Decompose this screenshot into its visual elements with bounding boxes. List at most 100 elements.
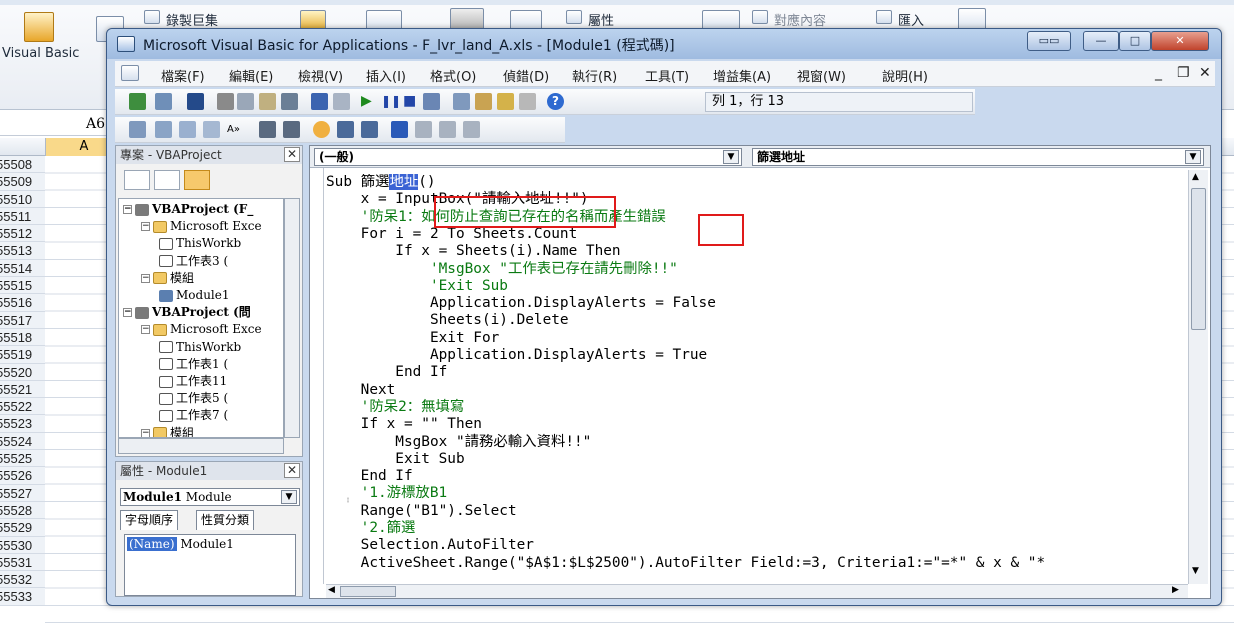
tab-categorized[interactable]: 性質分類 <box>196 510 255 530</box>
toggle-breakpoint-icon[interactable] <box>313 121 330 138</box>
property-name-row[interactable]: (Name) Module1 <box>127 537 234 551</box>
tree-expander-icon[interactable]: − <box>141 222 150 232</box>
project-explorer-icon[interactable] <box>453 93 470 110</box>
code-line[interactable]: Exit Sub <box>326 451 464 468</box>
object-combo-dropdown-icon[interactable]: ▼ <box>723 150 739 164</box>
row-header[interactable]: 55531 <box>0 553 45 572</box>
tree-expander-icon[interactable]: − <box>123 308 132 318</box>
code-line[interactable]: Sheets(i).Delete <box>326 312 569 329</box>
visual-basic-label[interactable]: Visual Basic <box>2 46 79 61</box>
comment-block-icon[interactable] <box>337 121 354 138</box>
name-box[interactable]: A6 <box>0 112 110 136</box>
code-line[interactable]: If x = Sheets(i).Name Then <box>326 243 620 260</box>
menu-item[interactable]: 增益集(A) <box>713 66 771 85</box>
menu-item[interactable]: 偵錯(D) <box>503 66 549 85</box>
undo-icon[interactable] <box>311 93 328 110</box>
scroll-right-icon[interactable]: ▶ <box>1172 585 1179 595</box>
row-header[interactable]: 55516 <box>0 294 45 312</box>
tree-node[interactable]: − Microsoft Exce <box>141 218 262 234</box>
row-header[interactable]: 55514 <box>0 259 45 278</box>
menu-item[interactable]: 編輯(E) <box>229 66 273 85</box>
toggle-bookmark-icon[interactable] <box>391 121 408 138</box>
indent-icon[interactable] <box>259 121 276 138</box>
row-header[interactable]: 55525 <box>0 450 45 468</box>
tree-node[interactable]: Module1 <box>159 287 230 303</box>
view-excel-icon[interactable] <box>129 93 146 110</box>
save-icon[interactable] <box>187 93 204 110</box>
code-line[interactable]: Next <box>326 382 396 399</box>
vbe-title-bar[interactable]: Microsoft Visual Basic for Applications … <box>107 29 1221 59</box>
import-icon[interactable] <box>876 10 892 24</box>
scroll-left-icon[interactable]: ◀ <box>328 585 335 595</box>
tree-node[interactable]: − 模組 <box>141 425 194 437</box>
object-browser-icon[interactable] <box>497 93 514 110</box>
row-header[interactable]: 55526 <box>0 467 45 485</box>
tree-node[interactable]: 工作表1 ( <box>159 356 228 372</box>
tree-node[interactable]: − VBAProject (F_ <box>123 201 253 217</box>
add-ins-icon[interactable] <box>300 10 326 30</box>
complete-word-icon[interactable]: A» <box>227 121 244 138</box>
tree-node[interactable]: 工作表11 <box>159 373 227 389</box>
menu-item[interactable]: 執行(R) <box>572 66 617 85</box>
row-header[interactable]: 55533 <box>0 588 45 606</box>
procedure-combo-dropdown-icon[interactable]: ▼ <box>1185 150 1201 164</box>
run-icon[interactable]: ▶ <box>361 93 378 110</box>
row-header[interactable]: 55509 <box>0 173 45 191</box>
scroll-down-icon[interactable]: ▼ <box>1192 566 1199 576</box>
help-icon[interactable]: ? <box>547 93 564 110</box>
map-properties-icon[interactable] <box>752 10 768 24</box>
toggle-folders-icon[interactable] <box>184 170 210 190</box>
ribbon-import[interactable]: 匯入 <box>898 10 924 29</box>
code-line[interactable]: Application.DisplayAlerts = False <box>326 295 716 312</box>
close-button[interactable]: ✕ <box>1151 31 1209 51</box>
row-header[interactable]: 55532 <box>0 571 45 589</box>
menu-item[interactable]: 檔案(F) <box>161 66 205 85</box>
code-line[interactable]: 'MsgBox "工作表已存在請先刪除!!" <box>326 261 678 278</box>
row-header[interactable]: 55530 <box>0 536 45 554</box>
paste-icon[interactable] <box>259 93 276 110</box>
row-header[interactable]: 55529 <box>0 519 45 537</box>
design-mode-toggle-icon[interactable] <box>423 93 440 110</box>
code-vertical-scrollbar[interactable]: ▲ ▼ <box>1188 170 1208 584</box>
scroll-up-icon[interactable]: ▲ <box>1192 172 1199 182</box>
code-line[interactable]: '1.游標放B1 <box>326 485 448 502</box>
code-line[interactable]: MsgBox "請務必輸入資料!!" <box>326 434 591 451</box>
code-line[interactable]: ActiveSheet.Range("$A$1:$L$2500").AutoFi… <box>326 555 1045 572</box>
row-header[interactable]: 55508 <box>0 156 45 174</box>
tree-node[interactable]: − 模組 <box>141 270 194 286</box>
menu-item[interactable]: 檢視(V) <box>298 66 343 85</box>
tree-node[interactable]: 工作表7 ( <box>159 407 228 423</box>
code-margin-indicator-bar[interactable] <box>310 168 324 584</box>
close-properties-pane-icon[interactable]: ✕ <box>284 463 300 478</box>
minimize-button[interactable]: — <box>1083 31 1119 51</box>
code-line[interactable]: '2.篩選 <box>326 520 416 537</box>
code-editor[interactable]: Sub 篩選地址() x = InputBox("請輸入地址!!") '防呆1：… <box>326 174 1186 578</box>
list-properties-icon[interactable] <box>129 121 146 138</box>
row-header[interactable]: 55511 <box>0 207 45 226</box>
cut-icon[interactable] <box>217 93 234 110</box>
mdi-minimize-icon[interactable]: _ <box>1155 65 1162 81</box>
copy-icon[interactable] <box>237 93 254 110</box>
code-line[interactable]: '防呆2：無填寫 <box>326 399 465 416</box>
tree-expander-icon[interactable]: − <box>141 325 150 335</box>
tree-node[interactable]: − Microsoft Exce <box>141 321 262 337</box>
menu-item[interactable]: 說明(H) <box>882 66 928 85</box>
previous-bookmark-icon[interactable] <box>439 121 456 138</box>
list-constants-icon[interactable] <box>155 121 172 138</box>
tree-expander-icon[interactable]: − <box>141 273 150 283</box>
record-macro-icon[interactable] <box>144 10 160 24</box>
row-header[interactable]: 55521 <box>0 380 45 399</box>
code-line[interactable]: Application.DisplayAlerts = True <box>326 347 707 364</box>
code-line[interactable]: End If <box>326 468 413 485</box>
visual-basic-icon[interactable] <box>24 12 54 42</box>
ribbon-map-properties[interactable]: 對應內容 <box>774 10 826 29</box>
clear-bookmarks-icon[interactable] <box>463 121 480 138</box>
uncomment-block-icon[interactable] <box>361 121 378 138</box>
procedure-combo[interactable]: 篩選地址 ▼ <box>752 148 1204 166</box>
quick-info-icon[interactable] <box>179 121 196 138</box>
code-horizontal-scroll-thumb[interactable] <box>340 586 396 597</box>
properties-grid[interactable]: (Name) Module1 <box>124 534 296 596</box>
row-header[interactable]: 55527 <box>0 484 45 502</box>
code-line[interactable]: 'Exit Sub <box>326 278 508 295</box>
toolbox-icon[interactable] <box>519 93 536 110</box>
